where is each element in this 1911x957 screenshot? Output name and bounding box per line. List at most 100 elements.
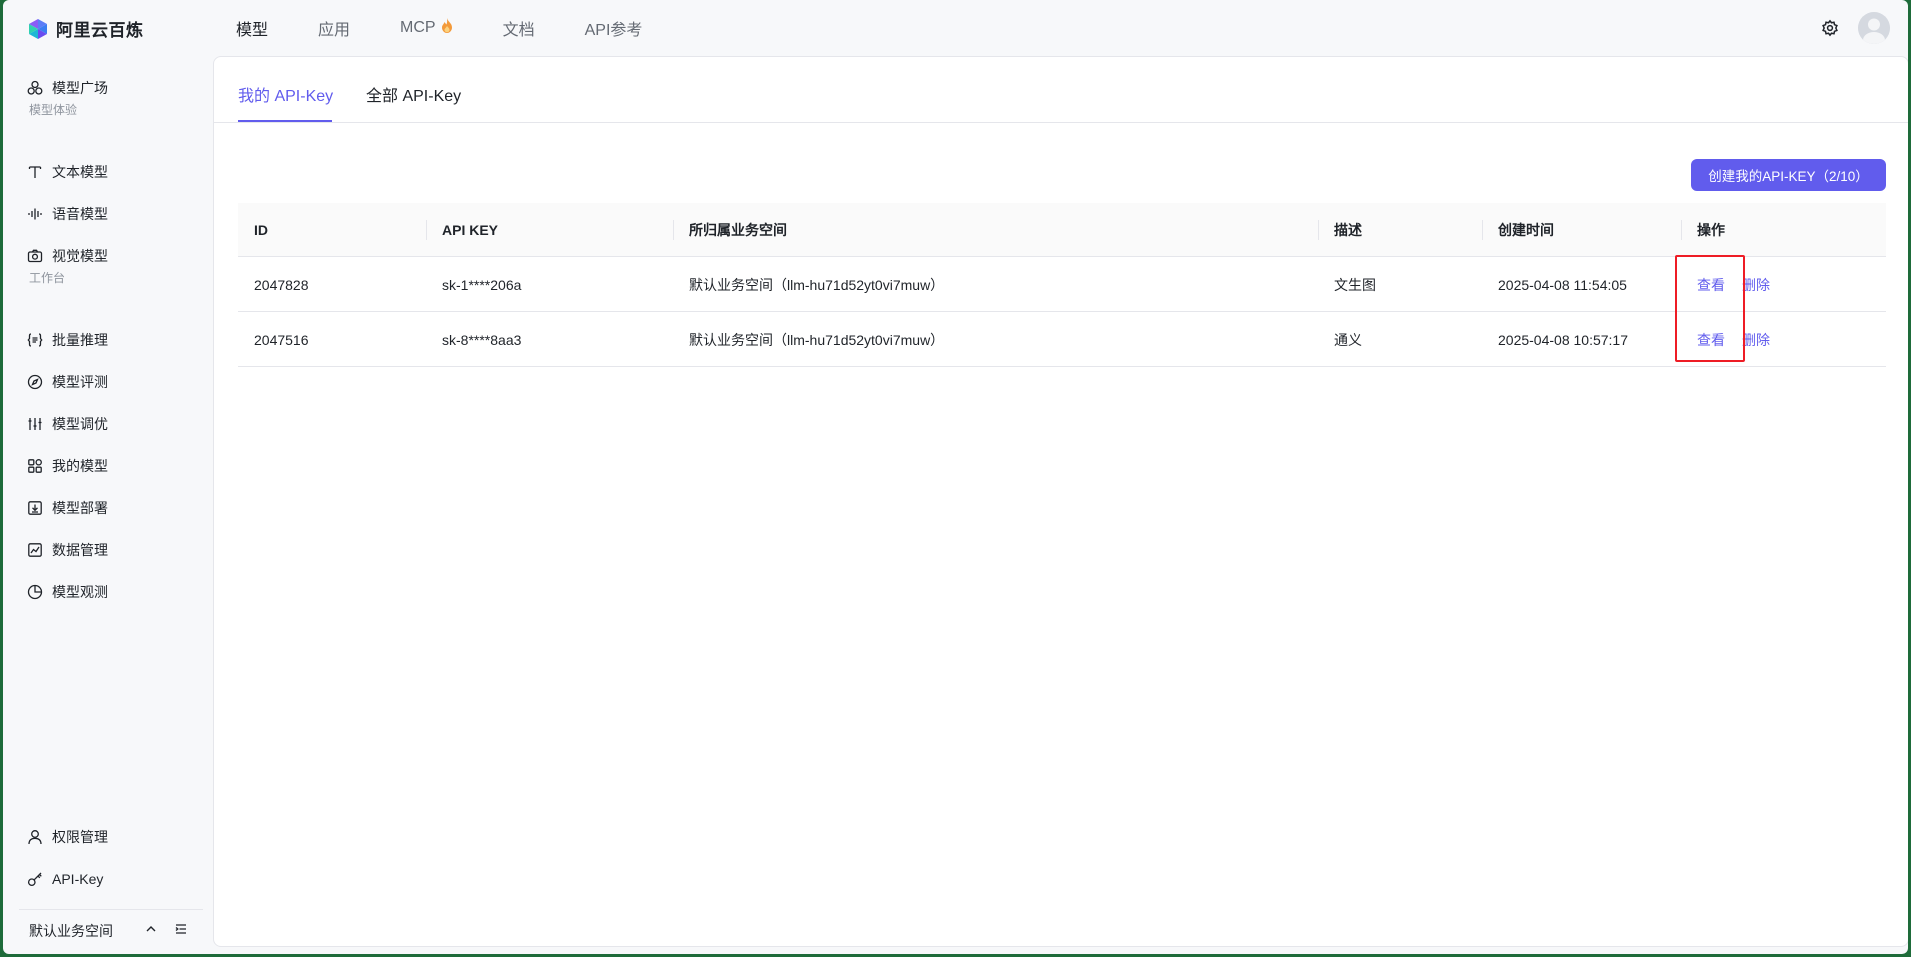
table-row: 2047516 sk-8****8aa3 默认业务空间（llm-hu71d52y… <box>238 312 1886 367</box>
column-divider <box>673 220 674 240</box>
highlight-box <box>1675 255 1745 362</box>
topnav-api-ref[interactable]: API参考 <box>585 16 643 40</box>
cell-id: 2047828 <box>254 276 309 293</box>
sidebar-item-label: 权限管理 <box>52 829 108 845</box>
header-workspace: 所归属业务空间 <box>689 222 787 238</box>
api-key-table: ID API KEY 所归属业务空间 描述 创建时间 操作 2047828 sk… <box>238 203 1886 367</box>
delete-link[interactable]: 删除 <box>1742 312 1770 367</box>
sidebar-item-model-eval[interactable]: 模型评测 <box>27 368 108 396</box>
main-panel: 我的 API-Key 全部 API-Key 创建我的API-KEY（2/10） … <box>213 56 1908 947</box>
cell-created: 2025-04-08 10:57:17 <box>1498 331 1628 348</box>
cell-desc: 通义 <box>1334 331 1362 348</box>
sidebar-item-label: 模型评测 <box>52 374 108 390</box>
sidebar: 模型广场 模型体验 文本模型 语音模型 视觉模型 工作台 批量推理 模型评测 模… <box>3 56 211 954</box>
workspace-switcher[interactable]: 默认业务空间 <box>19 909 203 951</box>
topnav-docs[interactable]: 文档 <box>503 16 535 40</box>
topnav-docs-label: 文档 <box>502 22 535 39</box>
menu-collapse-icon[interactable] <box>174 922 188 939</box>
sidebar-group-workbench: 工作台 <box>29 271 66 285</box>
sidebar-item-label: 我的模型 <box>52 458 108 474</box>
delete-link[interactable]: 删除 <box>1742 257 1770 312</box>
sidebar-item-label: 模型广场 <box>52 80 108 96</box>
sidebar-item-my-models[interactable]: 我的模型 <box>27 452 108 480</box>
topnav-models-label: 模型 <box>236 22 269 39</box>
sidebar-item-label: API-Key <box>52 871 104 887</box>
bailian-logo-icon <box>27 18 49 40</box>
topnav-mcp-label: MCP <box>400 19 436 36</box>
workspace-name: 默认业务空间 <box>29 922 113 939</box>
sidebar-group-experience: 模型体验 <box>29 103 78 117</box>
tab-my-api-key[interactable]: 我的 API-Key <box>238 82 333 106</box>
user-icon <box>27 829 43 845</box>
topnav-apps-label: 应用 <box>318 22 351 39</box>
header-action: 操作 <box>1697 222 1725 238</box>
tab-all-api-key[interactable]: 全部 API-Key <box>366 82 461 106</box>
sidebar-item-vision-model[interactable]: 视觉模型 <box>27 242 108 270</box>
sidebar-item-label: 数据管理 <box>52 542 108 558</box>
header-created: 创建时间 <box>1498 222 1554 238</box>
sidebar-item-label: 文本模型 <box>52 164 108 180</box>
topnav-models[interactable]: 模型 <box>236 16 268 40</box>
sidebar-item-voice-model[interactable]: 语音模型 <box>27 200 108 228</box>
waveform-icon <box>27 206 43 222</box>
line-chart-icon <box>27 542 43 558</box>
cluster-icon <box>27 80 43 96</box>
avatar[interactable] <box>1858 12 1890 44</box>
compass-icon <box>27 374 43 390</box>
cell-workspace: 默认业务空间（llm-hu71d52yt0vi7muw） <box>689 276 945 293</box>
header-api-key: API KEY <box>442 222 499 238</box>
cell-id: 2047516 <box>254 331 309 348</box>
top-bar: 阿里云百炼 模型 应用 MCP 文档 API参考 <box>3 0 1908 56</box>
topnav-apps[interactable]: 应用 <box>318 16 350 40</box>
key-icon <box>27 871 43 887</box>
sidebar-item-data-manage[interactable]: 数据管理 <box>27 536 108 564</box>
download-box-icon <box>27 500 43 516</box>
pie-chart-icon <box>27 584 43 600</box>
sidebar-item-api-key[interactable]: API-Key <box>27 865 103 893</box>
sidebar-item-label: 批量推理 <box>52 332 108 348</box>
sidebar-item-label: 模型观测 <box>52 584 108 600</box>
column-divider <box>426 220 427 240</box>
column-divider <box>1681 220 1682 240</box>
apps-grid-icon <box>27 458 43 474</box>
sidebar-item-model-deploy[interactable]: 模型部署 <box>27 494 108 522</box>
cell-api-key: sk-1****206a <box>442 276 522 293</box>
sidebar-item-model-square[interactable]: 模型广场 <box>27 74 108 102</box>
topnav-mcp[interactable]: MCP <box>400 18 453 38</box>
cell-created: 2025-04-08 11:54:05 <box>1498 276 1627 293</box>
gear-icon[interactable] <box>1820 18 1840 38</box>
text-icon <box>27 164 43 180</box>
topnav-api-ref-label: API参考 <box>584 22 643 39</box>
top-right-tools <box>1820 12 1890 44</box>
sidebar-item-label: 模型部署 <box>52 500 108 516</box>
logo[interactable]: 阿里云百炼 <box>27 16 144 41</box>
sidebar-item-model-observe[interactable]: 模型观测 <box>27 578 108 606</box>
braces-list-icon <box>27 332 43 348</box>
sliders-icon <box>27 416 43 432</box>
sidebar-item-batch-inference[interactable]: 批量推理 <box>27 326 108 354</box>
sidebar-item-text-model[interactable]: 文本模型 <box>27 158 108 186</box>
sidebar-item-label: 视觉模型 <box>52 248 108 264</box>
column-divider <box>1318 220 1319 240</box>
active-tab-indicator <box>238 120 332 122</box>
sidebar-item-permission[interactable]: 权限管理 <box>27 823 108 851</box>
cell-api-key: sk-8****8aa3 <box>442 331 522 348</box>
top-nav: 模型 应用 MCP 文档 API参考 <box>236 0 692 56</box>
sidebar-item-label: 语音模型 <box>52 206 108 222</box>
app-window: 阿里云百炼 模型 应用 MCP 文档 API参考 模型广场 模型体验 文本模型 … <box>3 0 1908 954</box>
sidebar-item-model-tuning[interactable]: 模型调优 <box>27 410 108 438</box>
camera-icon <box>27 248 43 264</box>
create-api-key-button[interactable]: 创建我的API-KEY（2/10） <box>1691 159 1886 191</box>
chevron-up-icon[interactable] <box>144 922 158 939</box>
fire-icon <box>441 18 453 38</box>
sidebar-item-label: 模型调优 <box>52 416 108 432</box>
cell-workspace: 默认业务空间（llm-hu71d52yt0vi7muw） <box>689 331 945 348</box>
header-desc: 描述 <box>1334 222 1362 238</box>
tab-bar: 我的 API-Key 全部 API-Key <box>214 57 1908 123</box>
column-divider <box>1482 220 1483 240</box>
header-id: ID <box>254 222 268 238</box>
cell-desc: 文生图 <box>1334 276 1376 293</box>
table-header: ID API KEY 所归属业务空间 描述 创建时间 操作 <box>238 203 1886 257</box>
logo-text: 阿里云百炼 <box>56 21 144 40</box>
table-row: 2047828 sk-1****206a 默认业务空间（llm-hu71d52y… <box>238 257 1886 312</box>
